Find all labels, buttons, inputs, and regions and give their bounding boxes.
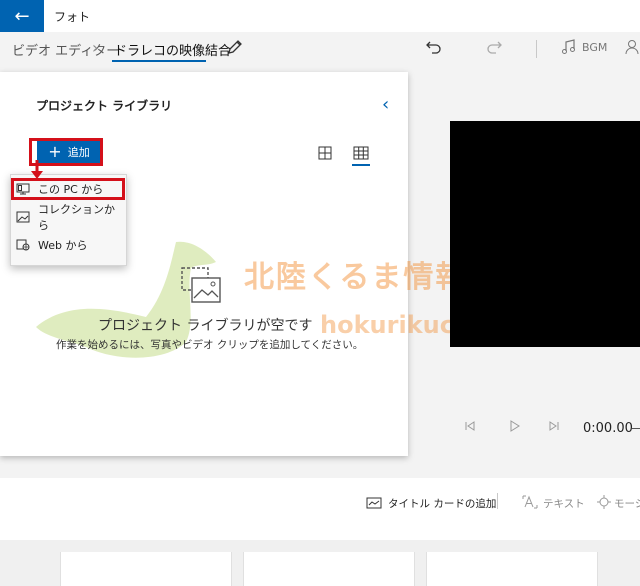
music-note-icon[interactable] [560,38,578,60]
grid-selected-indicator [352,164,370,166]
back-arrow-icon: ← [14,5,30,27]
breadcrumb-root[interactable]: ビデオ エディター [12,40,119,59]
web-icon [16,239,30,251]
next-frame-icon[interactable] [548,420,560,435]
storyboard-slot[interactable] [243,552,415,586]
seek-bar[interactable] [632,428,640,429]
video-preview[interactable] [450,121,640,347]
empty-library-description: 作業を始めるには、写真やビデオ クリップを追加してください。 [56,339,364,351]
breadcrumb-underline [112,60,206,62]
storyboard-slot[interactable] [426,552,598,586]
motion-icon[interactable] [596,494,612,513]
menu-item-label: コレクションから [38,203,115,232]
library-title: プロジェクト ライブラリ [36,99,173,113]
title-bar [0,0,640,32]
collection-icon [16,211,30,223]
playback-time: 0:00.00 [583,421,633,436]
add-title-card-button[interactable]: タイトル カードの追加 [388,496,496,511]
motion-button-label[interactable]: モーシ [614,496,640,511]
menu-item-highlight [11,178,125,200]
text-button-label[interactable]: テキスト [543,496,585,511]
large-grid-icon[interactable] [318,145,332,164]
menu-item-from-collection[interactable]: コレクションから [16,203,116,232]
empty-library-title: プロジェクト ライブラリが空です [98,318,313,334]
empty-library-photos-icon [180,266,222,308]
small-grid-icon[interactable] [353,145,369,164]
person-icon[interactable] [624,38,640,60]
text-icon[interactable] [522,494,538,513]
menu-item-from-web[interactable]: Web から [16,234,116,256]
title-card-icon[interactable] [366,494,382,513]
collapse-chevron-icon[interactable]: ‹ [382,94,389,115]
storyboard-divider [497,493,498,509]
bgm-button-label[interactable]: BGM [582,41,607,54]
pointer-arrow-icon [30,160,44,184]
toolbar-divider [536,40,537,58]
rename-pencil-icon[interactable] [226,38,244,60]
play-icon[interactable] [508,420,520,435]
back-button[interactable]: ← [0,0,44,32]
breadcrumb-separator-icon: › [92,38,99,57]
redo-icon[interactable] [484,38,504,60]
storyboard-slot[interactable] [60,552,232,586]
undo-icon[interactable] [424,38,444,60]
menu-item-label: Web から [38,239,88,252]
app-title: フォト [54,10,91,24]
previous-frame-icon[interactable] [464,420,476,435]
breadcrumb-current: ドラレコの映像結合 [114,44,232,59]
